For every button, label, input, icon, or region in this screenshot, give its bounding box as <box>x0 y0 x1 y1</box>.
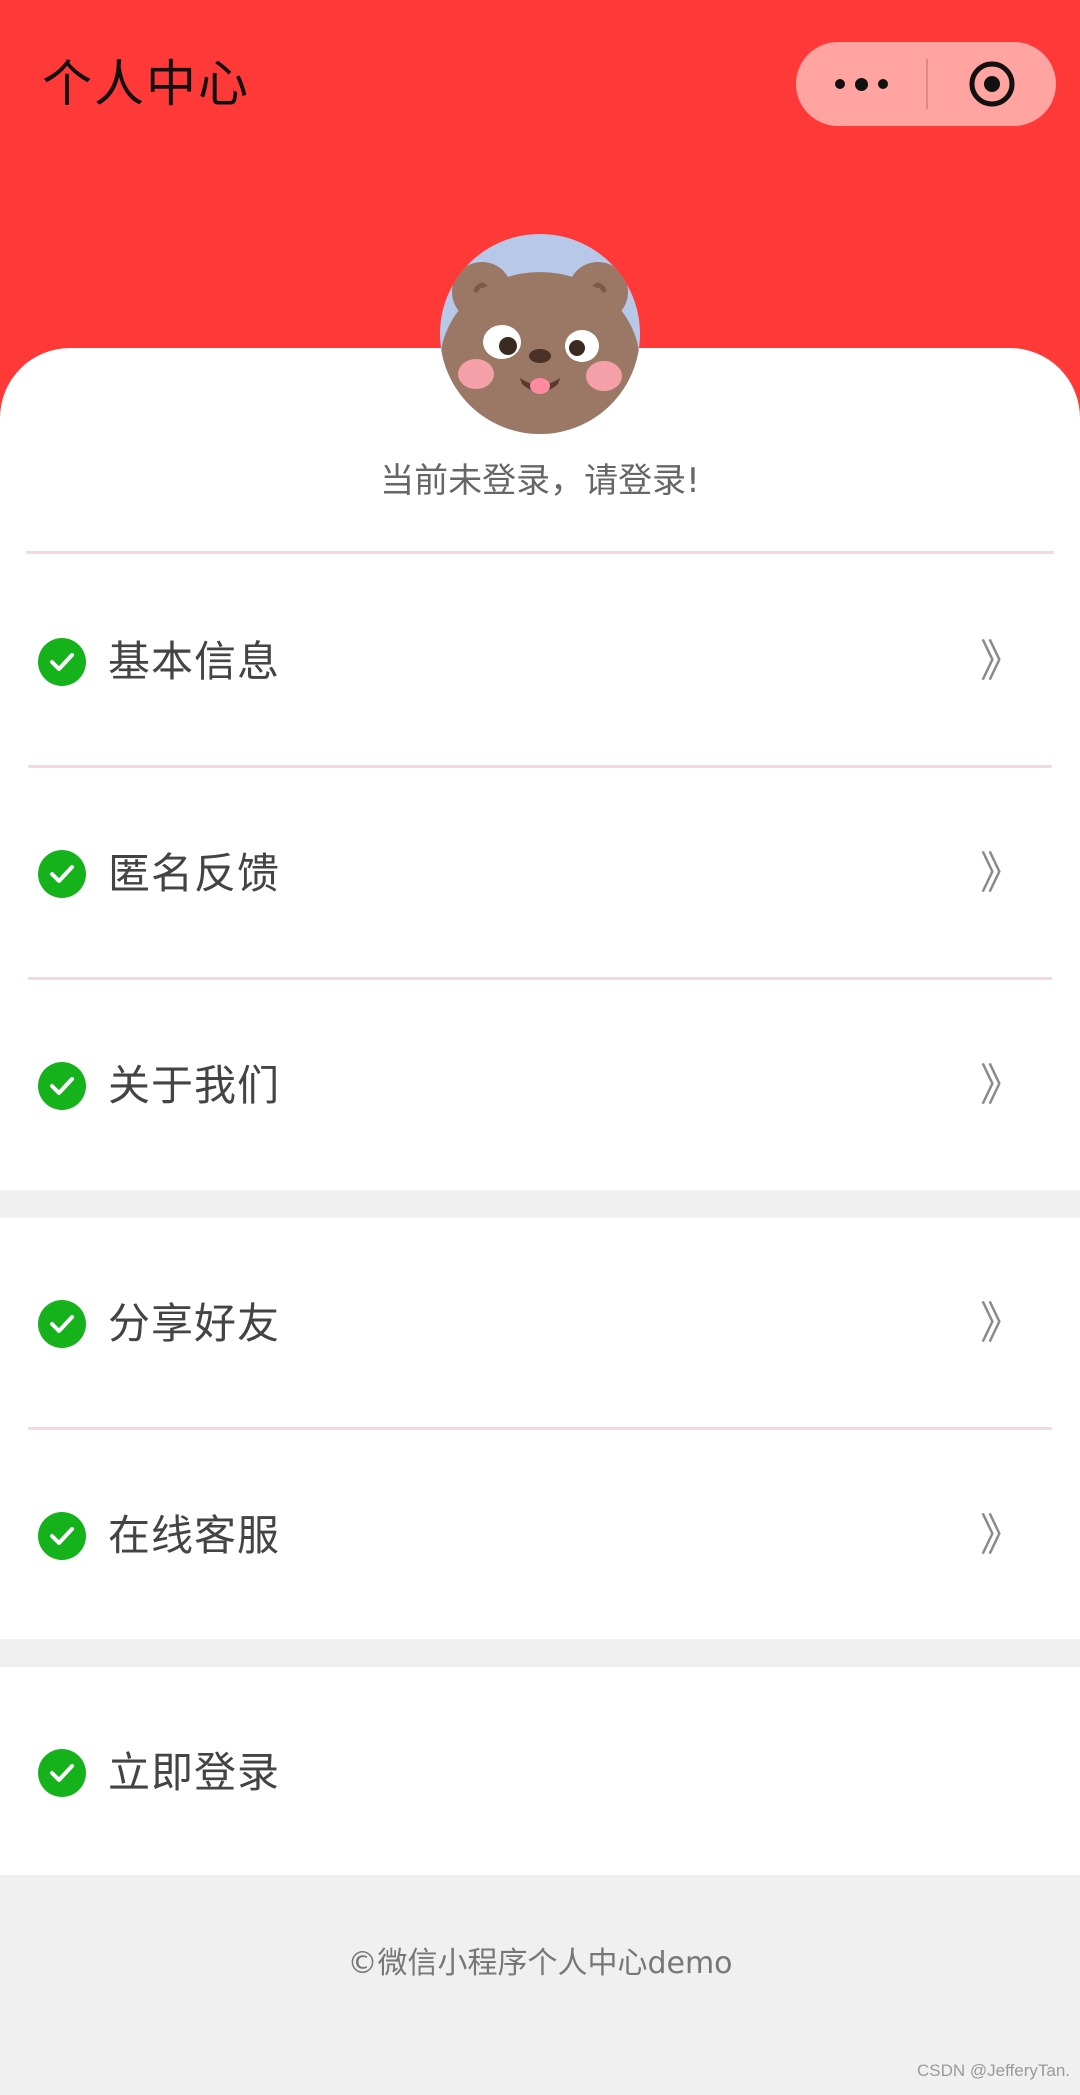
avatar[interactable] <box>440 234 640 434</box>
menu-item-label: 基本信息 <box>108 637 281 686</box>
menu-item-basic-info[interactable]: 基本信息 》 <box>0 556 1080 768</box>
double-chevron-right-icon: 》 <box>980 1060 1024 1111</box>
check-circle-icon <box>38 1300 86 1348</box>
divider <box>26 551 1054 554</box>
page-title: 个人中心 <box>42 55 250 113</box>
menu-item-online-service[interactable]: 在线客服 》 <box>0 1430 1080 1642</box>
close-mini-program-button[interactable] <box>928 42 1056 126</box>
double-chevron-right-icon: 》 <box>980 1510 1024 1561</box>
group-separator <box>0 1639 1080 1667</box>
menu-item-label: 关于我们 <box>108 1061 281 1110</box>
more-dots-icon <box>877 79 888 89</box>
menu-item-label: 在线客服 <box>108 1511 281 1560</box>
check-circle-icon <box>38 1512 86 1560</box>
login-hint[interactable]: 当前未登录，请登录! <box>0 456 1080 506</box>
check-circle-icon <box>38 1749 86 1797</box>
profile-page: 个人中心 当前未登录，请登录! 基本信息 》 匿名反馈 》 关于我们 》 分享好… <box>0 0 1080 2095</box>
menu-item-label: 立即登录 <box>108 1748 281 1797</box>
more-dots-icon <box>854 77 868 91</box>
group-separator <box>0 1190 1080 1218</box>
watermark: CSDN @JefferyTan. <box>917 2061 1070 2080</box>
bear-avatar-icon <box>440 234 640 434</box>
mini-program-capsule <box>796 42 1056 126</box>
menu-item-anonymous-feedback[interactable]: 匿名反馈 》 <box>0 768 1080 980</box>
double-chevron-right-icon: 》 <box>980 636 1024 687</box>
more-menu-button[interactable] <box>796 42 926 126</box>
menu-item-label: 匿名反馈 <box>108 849 281 898</box>
check-circle-icon <box>38 850 86 898</box>
menu-item-label: 分享好友 <box>108 1299 281 1348</box>
more-dots-icon <box>834 79 845 89</box>
footer-copyright: ©微信小程序个人中心demo <box>347 1946 733 1981</box>
check-circle-icon <box>38 638 86 686</box>
double-chevron-right-icon: 》 <box>980 848 1024 899</box>
menu-item-about-us[interactable]: 关于我们 》 <box>0 980 1080 1192</box>
menu-item-login-now[interactable]: 立即登录 <box>0 1667 1080 1875</box>
check-circle-icon <box>38 1062 86 1110</box>
target-circle-icon <box>969 61 1015 107</box>
double-chevron-right-icon: 》 <box>980 1298 1024 1349</box>
menu-item-share-friends[interactable]: 分享好友 》 <box>0 1218 1080 1430</box>
